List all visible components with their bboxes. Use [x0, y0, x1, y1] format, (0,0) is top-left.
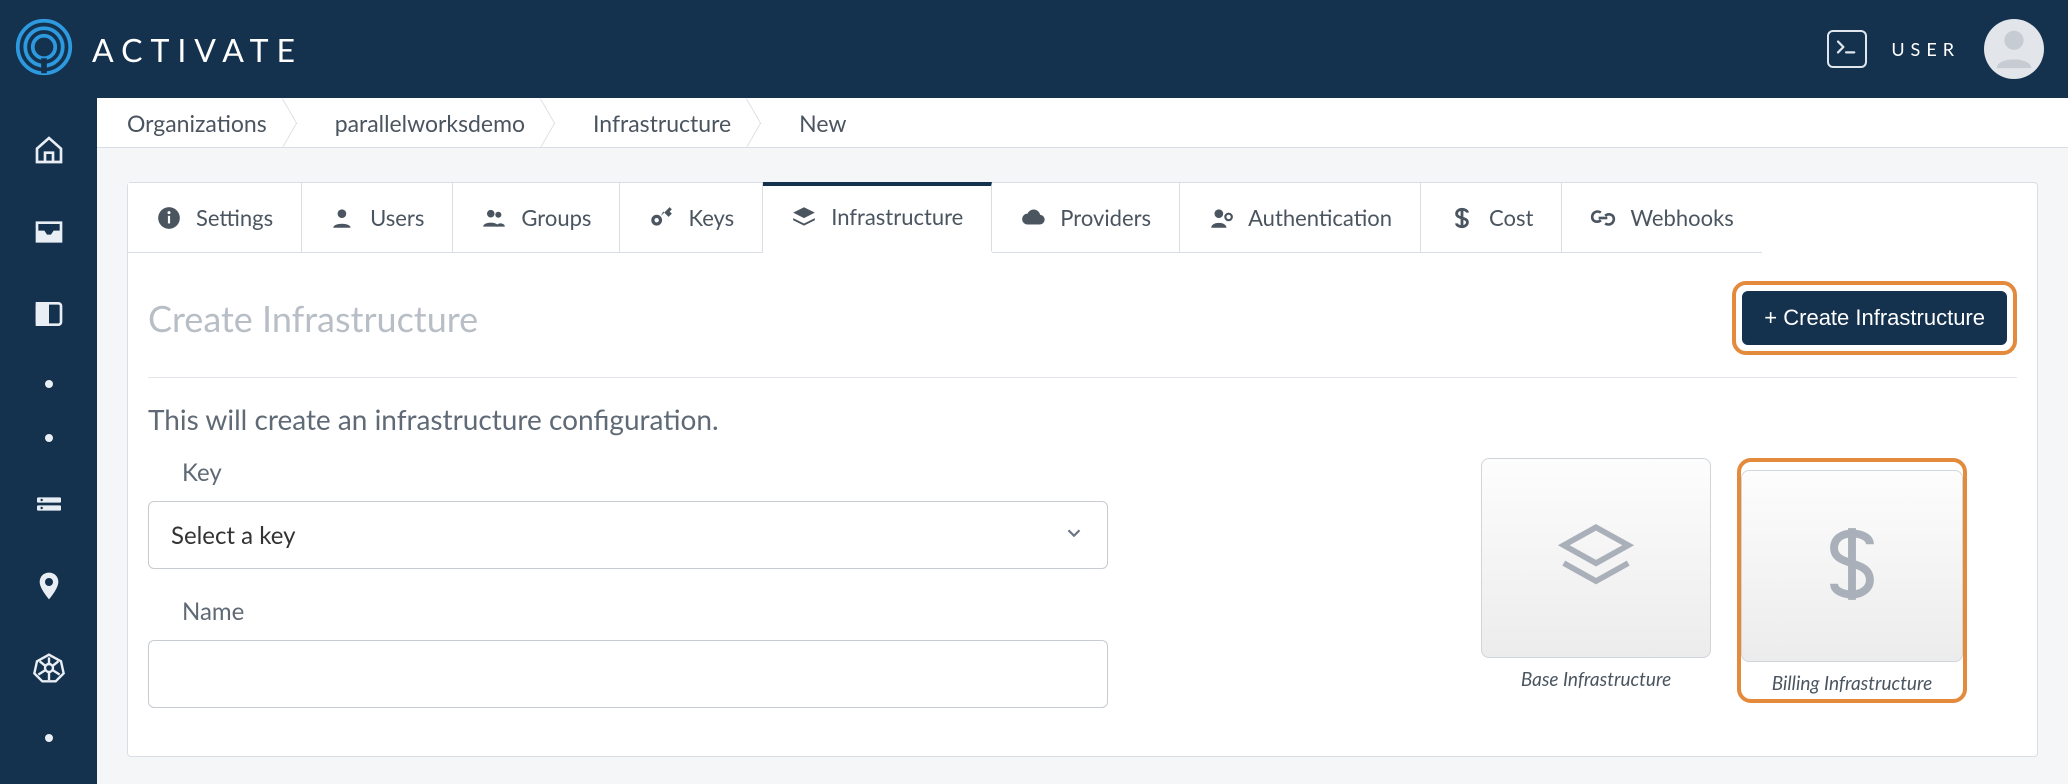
key-icon	[648, 205, 674, 231]
page-subtitle: This will create an infrastructure confi…	[148, 402, 2017, 436]
tab-label: Keys	[688, 204, 734, 231]
tab-authentication[interactable]: Authentication	[1180, 183, 1421, 253]
card-body: Create Infrastructure + Create Infrastru…	[128, 253, 2037, 756]
key-select-value: Select a key	[171, 521, 295, 550]
avatar[interactable]	[1984, 19, 2044, 79]
tab-label: Settings	[196, 204, 273, 231]
page-title: Create Infrastructure	[148, 296, 478, 340]
sidebar-item-dot-3[interactable]	[45, 734, 53, 742]
user-icon	[330, 205, 356, 231]
breadcrumb-item[interactable]: New	[773, 109, 868, 137]
infra-card-caption: Billing Infrastructure	[1772, 672, 1932, 695]
tab-infrastructure[interactable]: Infrastructure	[763, 182, 992, 252]
dollar-outline-icon	[1809, 521, 1895, 611]
infra-type-cards: Base Infrastructure Billing Infrastructu…	[1481, 458, 1967, 703]
chevron-right-icon	[547, 98, 567, 148]
avatar-icon	[1991, 24, 2037, 74]
inbox-icon	[33, 216, 65, 252]
sidebar-item-location[interactable]	[33, 570, 65, 606]
layers-outline-icon	[1553, 513, 1639, 603]
tab-providers[interactable]: Providers	[992, 183, 1180, 253]
sidebar-item-storage[interactable]	[33, 488, 65, 524]
title-row: Create Infrastructure + Create Infrastru…	[148, 281, 2017, 378]
form-area: Key Select a key Name Base Infrastructur…	[148, 458, 2017, 708]
tab-label: Users	[370, 204, 424, 231]
sidebar-item-kubernetes[interactable]	[33, 652, 65, 688]
breadcrumb-item[interactable]: Infrastructure	[567, 109, 753, 137]
app-header: ACTIVATE USER	[0, 0, 2068, 98]
form-left: Key Select a key Name	[148, 458, 1108, 708]
sidebar	[0, 98, 97, 784]
brand-name: ACTIVATE	[92, 30, 303, 69]
breadcrumb-item[interactable]: Organizations	[127, 109, 289, 137]
sidebar-item-dot-2[interactable]	[45, 434, 53, 442]
info-icon	[156, 205, 182, 231]
home-icon	[33, 134, 65, 170]
users-icon	[481, 205, 507, 231]
chevron-down-icon	[1063, 521, 1085, 550]
infra-card-billing[interactable]: Billing Infrastructure	[1737, 458, 1967, 703]
tab-label: Webhooks	[1630, 204, 1733, 231]
tab-settings[interactable]: Settings	[128, 183, 302, 253]
storage-icon	[33, 488, 65, 524]
chevron-right-icon	[289, 98, 309, 148]
tab-keys[interactable]: Keys	[620, 183, 763, 253]
user-label: USER	[1891, 38, 1960, 60]
tab-label: Authentication	[1248, 204, 1392, 231]
tab-users[interactable]: Users	[302, 183, 453, 253]
name-input[interactable]	[148, 640, 1108, 708]
auth-icon	[1208, 205, 1234, 231]
sidebar-item-workspace[interactable]	[33, 298, 65, 334]
infra-tile	[1481, 458, 1711, 658]
breadcrumb: Organizations parallelworksdemo Infrastr…	[97, 98, 2068, 148]
tab-label: Infrastructure	[831, 203, 963, 230]
tab-bar: Settings Users Groups Keys Infrastructur…	[128, 183, 2037, 253]
chevron-right-icon	[753, 98, 773, 148]
brand: ACTIVATE	[14, 17, 303, 81]
tab-groups[interactable]: Groups	[453, 183, 620, 253]
key-select[interactable]: Select a key	[148, 501, 1108, 569]
tab-label: Groups	[521, 204, 591, 231]
create-infrastructure-button[interactable]: + Create Infrastructure	[1742, 291, 2007, 345]
brand-logo-icon	[14, 17, 74, 81]
infra-card-base[interactable]: Base Infrastructure	[1481, 458, 1711, 703]
dot-icon	[45, 734, 53, 742]
create-button-highlight: + Create Infrastructure	[1732, 281, 2017, 355]
dot-icon	[45, 434, 53, 442]
pin-icon	[33, 570, 65, 606]
sidebar-item-inbox[interactable]	[33, 216, 65, 252]
tab-label: Providers	[1060, 204, 1151, 231]
main-area: Organizations parallelworksdemo Infrastr…	[97, 98, 2068, 784]
breadcrumb-item[interactable]: parallelworksdemo	[309, 109, 547, 137]
kubernetes-icon	[33, 652, 65, 688]
sidebar-item-home[interactable]	[33, 134, 65, 170]
terminal-button[interactable]	[1827, 30, 1867, 68]
key-label: Key	[182, 458, 1108, 487]
header-right: USER	[1827, 19, 2044, 79]
split-icon	[33, 298, 65, 334]
name-label: Name	[182, 597, 1108, 626]
tab-webhooks[interactable]: Webhooks	[1562, 183, 1761, 253]
terminal-icon	[1836, 38, 1858, 60]
layers-icon	[791, 204, 817, 230]
sidebar-item-dot-1[interactable]	[45, 380, 53, 388]
content-card: Settings Users Groups Keys Infrastructur…	[127, 182, 2038, 757]
tab-label: Cost	[1489, 204, 1533, 231]
dollar-icon	[1449, 205, 1475, 231]
link-icon	[1590, 205, 1616, 231]
cloud-icon	[1020, 205, 1046, 231]
infra-card-caption: Base Infrastructure	[1521, 668, 1671, 691]
dot-icon	[45, 380, 53, 388]
infra-tile	[1741, 470, 1963, 662]
tab-cost[interactable]: Cost	[1421, 183, 1562, 253]
